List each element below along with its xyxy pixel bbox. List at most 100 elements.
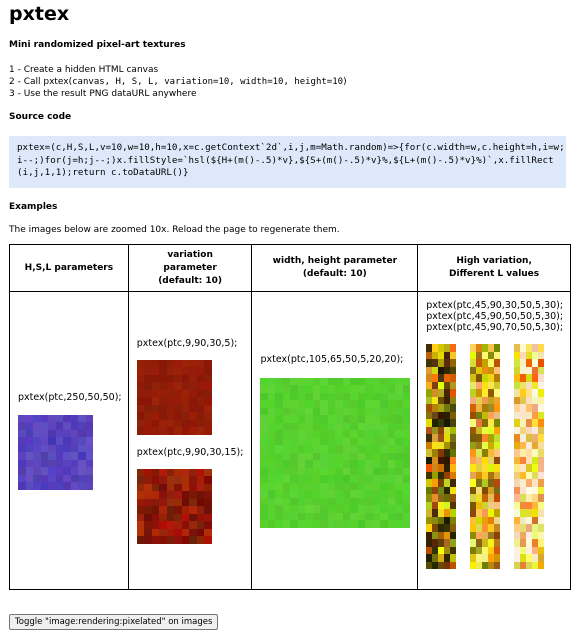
texture-pixel	[350, 385, 358, 393]
cell-hsl: pxtex(ptc,250,50,50);	[9, 291, 129, 590]
texture-pixel	[48, 482, 56, 490]
texture-pixel	[327, 407, 336, 415]
texture-pixel	[189, 521, 197, 529]
texture-pixel	[494, 479, 501, 487]
texture-pixel	[166, 419, 175, 427]
texture-pixel	[305, 452, 313, 460]
texture-pixel	[335, 445, 343, 453]
texture-pixel	[387, 482, 396, 490]
texture-pixel	[196, 483, 205, 491]
texture-pixel	[70, 452, 78, 460]
texture-pixel	[494, 389, 501, 397]
texture-pixel	[402, 385, 411, 393]
texture-pixel	[181, 491, 190, 499]
texture-pixel	[350, 400, 358, 408]
texture-pixel	[494, 396, 501, 404]
texture-pixel	[450, 464, 457, 472]
texture-pixel	[350, 445, 358, 453]
texture-pixel	[494, 404, 501, 412]
texture-image	[18, 414, 93, 490]
texture-pixel	[63, 422, 71, 430]
toggle-pixelated-button[interactable]: Toggle "image:rendering:pixelated" on im…	[9, 614, 219, 630]
texture-pixel	[538, 374, 545, 382]
texture-pixel	[494, 524, 501, 532]
texture-pixel	[450, 344, 457, 352]
texture-pixel	[312, 392, 321, 400]
texture-pixel	[357, 460, 366, 468]
texture-pixel	[181, 427, 190, 435]
texture-pixel	[450, 494, 457, 502]
texture-pixel	[365, 437, 373, 445]
texture-pixel	[136, 382, 145, 390]
texture-pixel	[260, 392, 268, 400]
texture-pixel	[305, 460, 313, 468]
texture-pixel	[538, 396, 545, 404]
texture-pixel	[335, 452, 343, 460]
texture-pixel	[297, 392, 306, 400]
texture-pixel	[538, 524, 545, 532]
texture-pixel	[151, 513, 160, 521]
texture-pixel	[70, 422, 78, 430]
texture-pixel	[387, 430, 396, 438]
texture-pixel	[335, 400, 343, 408]
texture-pixel	[380, 482, 388, 490]
texture-pixel	[335, 475, 343, 483]
texture-pixel	[282, 415, 291, 423]
texture-pixel	[196, 359, 205, 367]
texture-pixel	[282, 467, 291, 475]
texture-pixel	[538, 381, 545, 389]
texture-pixel	[312, 445, 321, 453]
texture-pixel	[350, 505, 358, 513]
texture-pixel	[85, 444, 93, 452]
texture-pixel	[151, 521, 160, 529]
texture-pixel	[357, 392, 366, 400]
texture-pixel	[166, 427, 175, 435]
texture-pixel	[260, 377, 268, 385]
texture-pixel	[159, 412, 167, 420]
texture-pixel	[450, 561, 457, 569]
texture-pixel	[494, 546, 501, 554]
texture-pixel	[350, 482, 358, 490]
texture-pixel	[297, 467, 306, 475]
texture-pixel	[372, 415, 381, 423]
examples-table: H,S,L parameters variation parameter (de…	[9, 244, 571, 590]
texture-pixel	[174, 412, 182, 420]
texture-pixel	[70, 414, 78, 422]
texture-pixel	[204, 498, 212, 506]
texture-pixel	[538, 404, 545, 412]
texture-pixel	[450, 404, 457, 412]
texture-pixel	[282, 437, 291, 445]
texture-pixel	[48, 474, 56, 482]
texture-pixel	[282, 392, 291, 400]
texture-pixel	[357, 520, 366, 528]
texture-pixel	[450, 381, 457, 389]
texture-pixel	[166, 476, 175, 484]
texture-pixel	[494, 561, 501, 569]
texture-pixel	[327, 377, 336, 385]
texture-pixel	[312, 400, 321, 408]
texture-pixel	[48, 429, 56, 437]
texture-pixel	[136, 483, 145, 491]
texture-pixel	[63, 482, 71, 490]
texture-pixel	[450, 419, 457, 427]
texture-pixel	[380, 377, 388, 385]
variation-call-1: pxtex(ptc,9,90,30,5);	[136, 337, 238, 349]
texture-pixel	[342, 415, 351, 423]
texture-pixel	[494, 471, 501, 479]
texture-pixel	[538, 366, 545, 374]
texture-pixel	[18, 444, 26, 452]
texture-pixel	[402, 392, 411, 400]
texture-pixel	[267, 400, 276, 408]
texture-pixel	[297, 497, 306, 505]
texture-pixel	[282, 512, 291, 520]
texture-pixel	[55, 414, 63, 422]
texture-pixel	[297, 415, 306, 423]
texture-pixel	[494, 419, 501, 427]
texture-pixel	[159, 397, 167, 405]
texture-pixel	[181, 536, 190, 544]
texture-pixel	[40, 452, 48, 460]
texture-pixel	[144, 468, 152, 476]
texture-pixel	[136, 359, 145, 367]
texture-pixel	[327, 392, 336, 400]
texture-pixel	[357, 505, 366, 513]
